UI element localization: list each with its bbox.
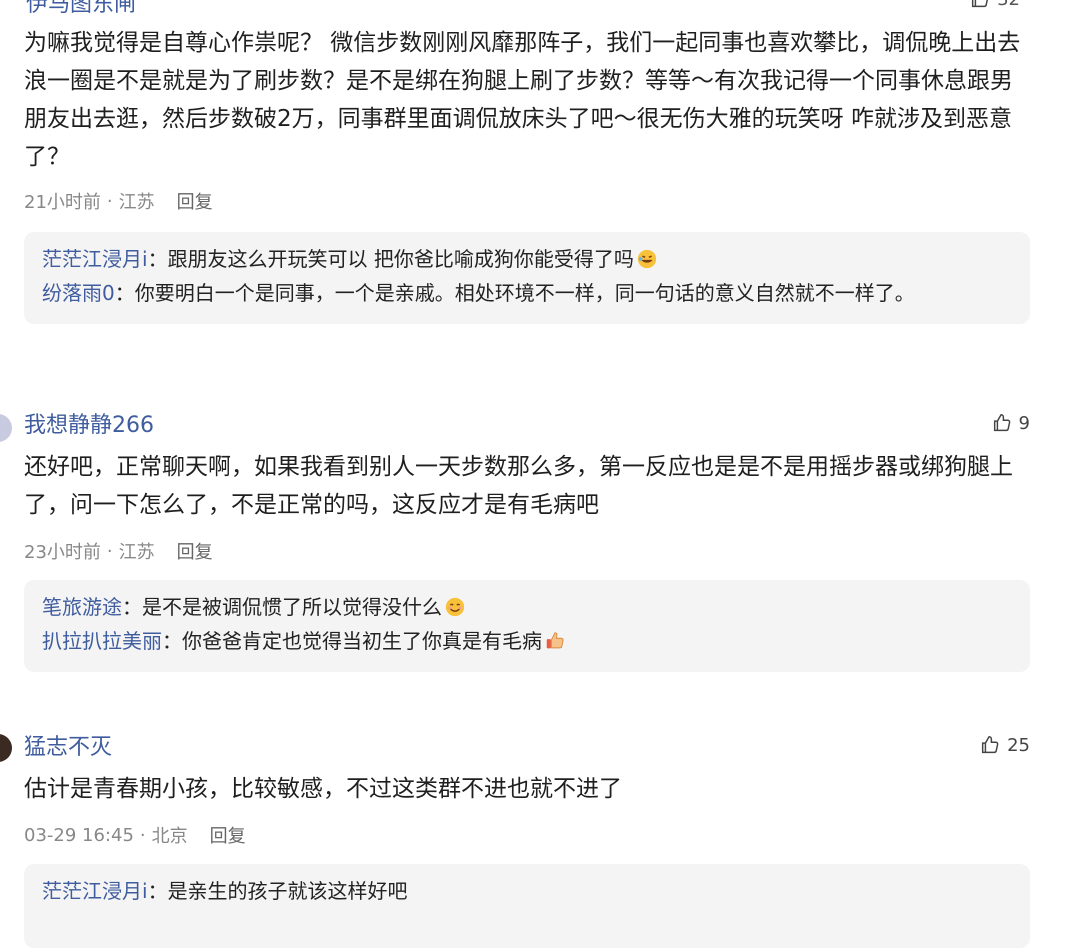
reply-item[interactable]: 茫茫江浸月i：跟朋友这么开玩笑可以 把你爸比喻成狗你能受得了吗 bbox=[42, 242, 1012, 276]
reply-text: 你要明白一个是同事，一个是亲戚。相处环境不一样，同一句话的意义自然就不一样了。 bbox=[134, 281, 915, 305]
reply-text: 跟朋友这么开玩笑可以 把你爸比喻成狗你能受得了吗 bbox=[167, 247, 634, 271]
reply-text: 你爸爸肯定也觉得当初生了你真是有毛病 bbox=[182, 629, 542, 653]
comment-author[interactable]: 我想静静266 bbox=[24, 410, 1030, 442]
previous-like-count: 32 bbox=[997, 0, 1020, 10]
reply-item[interactable]: 笔旅游途：是不是被调侃惯了所以觉得没什么 bbox=[42, 590, 1012, 624]
like-button[interactable]: 25 bbox=[979, 734, 1030, 756]
smile-emoji-icon bbox=[445, 597, 465, 617]
reply-text: 是不是被调侃惯了所以觉得没什么 bbox=[142, 595, 442, 619]
comment-text: 为嘛我觉得是自尊心作祟呢？ 微信步数刚刚风靡那阵子，我们一起同事也喜欢攀比，调侃… bbox=[24, 30, 1021, 170]
comment-time: 21小时前 bbox=[24, 192, 101, 213]
reply-author[interactable]: 扒拉扒拉美丽 bbox=[42, 629, 162, 653]
comment-meta: 21小时前 · 江苏 回复 bbox=[24, 188, 1030, 214]
reply-button[interactable]: 回复 bbox=[177, 538, 213, 564]
reply-sep: ： bbox=[162, 629, 182, 653]
reply-sep: ： bbox=[147, 879, 168, 903]
reply-item[interactable]: 茫茫江浸月i：是亲生的孩子就该这样好吧 bbox=[42, 874, 1012, 908]
rofl-emoji-icon bbox=[637, 249, 657, 269]
reply-text: 是亲生的孩子就该这样好吧 bbox=[167, 879, 408, 903]
thumbs-up-icon bbox=[982, 736, 999, 754]
comment-meta: 23小时前 · 江苏 回复 bbox=[24, 538, 1030, 564]
meta-dot: · bbox=[106, 190, 113, 212]
reply-list: 笔旅游途：是不是被调侃惯了所以觉得没什么 扒拉扒拉美丽：你爸爸肯定也觉得当初生了… bbox=[24, 580, 1030, 672]
reply-list: 茫茫江浸月i：跟朋友这么开玩笑可以 把你爸比喻成狗你能受得了吗 纷落雨0：你要明… bbox=[24, 232, 1030, 324]
meta-dot: · bbox=[106, 540, 113, 562]
comment-location: 北京 bbox=[151, 826, 188, 847]
reply-sep: ： bbox=[114, 281, 135, 305]
reply-item[interactable]: 纷落雨0：你要明白一个是同事，一个是亲戚。相处环境不一样，同一句话的意义自然就不… bbox=[42, 276, 1012, 310]
reply-sep: ： bbox=[122, 595, 142, 619]
reply-author[interactable]: 纷落雨0 bbox=[42, 281, 115, 305]
avatar[interactable] bbox=[0, 414, 12, 442]
like-button[interactable]: 9 bbox=[991, 412, 1030, 434]
comment-time: 23小时前 bbox=[24, 542, 101, 563]
comment-author[interactable]: 猛志不灭 bbox=[24, 732, 1030, 764]
reply-sep: ： bbox=[147, 247, 168, 271]
previous-comment-author[interactable]: 伊马图东闸 bbox=[26, 0, 136, 18]
comment-item: 我想静静266 9 还好吧，正常聊天啊，如果我看到别人一天步数那么多，第一反应也… bbox=[24, 410, 1030, 672]
comment-location: 江苏 bbox=[118, 542, 155, 563]
previous-like-button[interactable]: 32 bbox=[969, 0, 1020, 10]
reply-list: 茫茫江浸月i：是亲生的孩子就该这样好吧 bbox=[24, 864, 1030, 948]
comment-item: 猛志不灭 25 估计是青春期小孩，比较敏感，不过这类群不进也就不进了 03-29… bbox=[24, 732, 1030, 948]
comment-text: 估计是青春期小孩，比较敏感，不过这类群不进也就不进了 bbox=[24, 776, 622, 802]
reply-author[interactable]: 笔旅游途 bbox=[42, 595, 122, 619]
thumbs-up-icon bbox=[993, 414, 1010, 432]
like-count: 25 bbox=[1007, 734, 1030, 756]
reply-button[interactable]: 回复 bbox=[210, 822, 246, 848]
comment-time: 03-29 16:45 bbox=[24, 824, 134, 846]
reply-author[interactable]: 茫茫江浸月i bbox=[42, 247, 148, 271]
comment-meta: 03-29 16:45 · 北京 回复 bbox=[24, 822, 1030, 848]
reply-item[interactable]: 扒拉扒拉美丽：你爸爸肯定也觉得当初生了你真是有毛病 bbox=[42, 624, 1012, 658]
thumbs-up-icon bbox=[972, 0, 989, 8]
reply-author[interactable]: 茫茫江浸月i bbox=[42, 879, 148, 903]
comment-location: 江苏 bbox=[118, 192, 155, 213]
comment-item: 为嘛我觉得是自尊心作祟呢？ 微信步数刚刚风靡那阵子，我们一起同事也喜欢攀比，调侃… bbox=[24, 24, 1030, 324]
avatar[interactable] bbox=[0, 734, 12, 762]
thumbs-up-emoji-icon bbox=[546, 632, 564, 649]
meta-dot: · bbox=[139, 824, 146, 846]
comment-text: 还好吧，正常聊天啊，如果我看到别人一天步数那么多，第一反应也是是不是用摇步器或绑… bbox=[24, 454, 1013, 518]
reply-button[interactable]: 回复 bbox=[177, 188, 213, 214]
like-count: 9 bbox=[1018, 412, 1030, 434]
